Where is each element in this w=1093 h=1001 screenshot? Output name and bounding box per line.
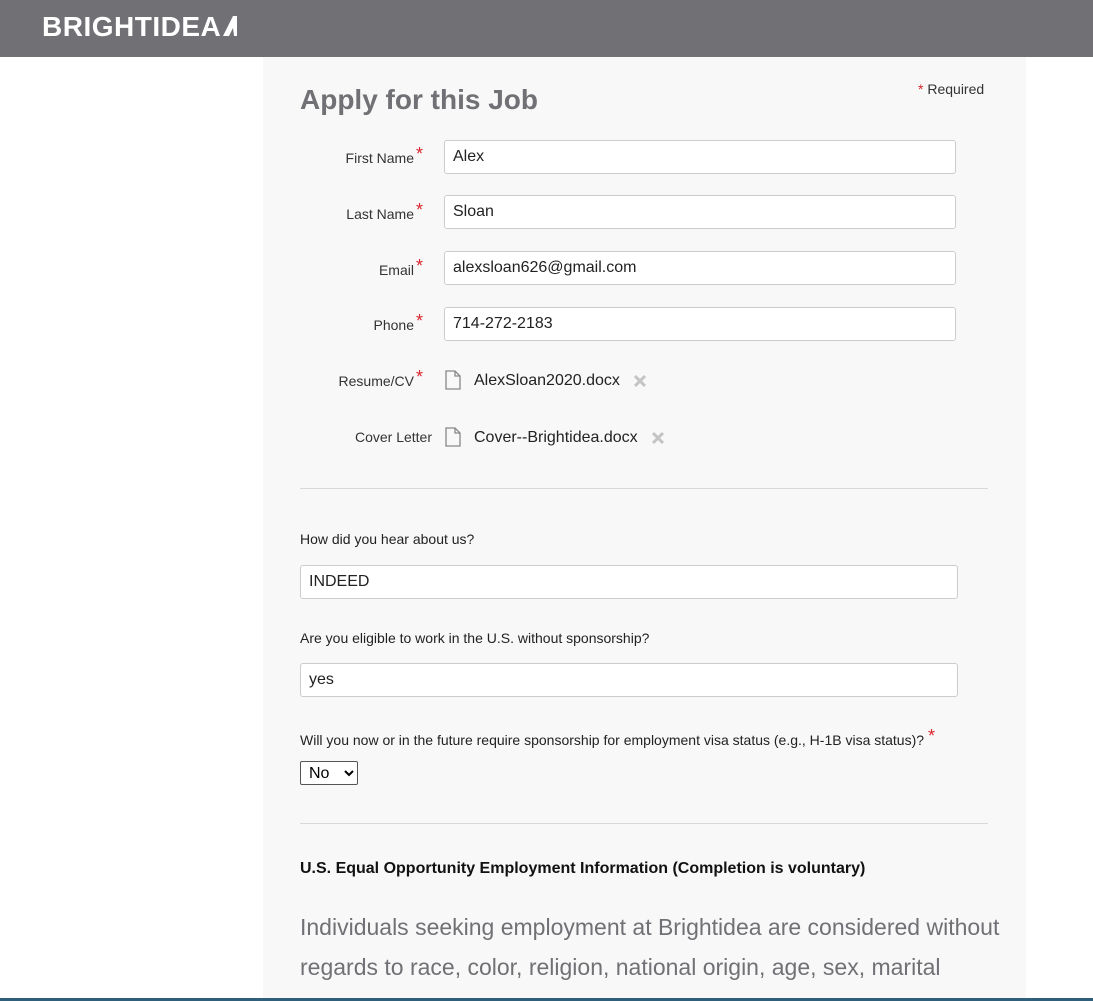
required-note-text: Required xyxy=(927,81,985,97)
cover-letter-label: Cover Letter xyxy=(272,429,432,445)
document-icon xyxy=(445,370,461,390)
cover-letter-label-text: Cover Letter xyxy=(354,429,432,445)
first-name-label: First Name * xyxy=(263,144,423,168)
required-star: * xyxy=(918,81,924,97)
eligible-input[interactable] xyxy=(300,663,958,697)
last-name-input[interactable] xyxy=(444,195,956,229)
remove-cover-letter-icon[interactable] xyxy=(651,431,665,445)
email-input[interactable] xyxy=(444,251,956,285)
remove-resume-icon[interactable] xyxy=(633,374,647,388)
section-divider xyxy=(300,823,988,824)
first-name-input[interactable] xyxy=(444,140,956,174)
logo-text: BRIGHTIDEA xyxy=(42,11,222,42)
sponsorship-select[interactable]: No xyxy=(300,761,358,785)
email-label: Email * xyxy=(263,256,423,280)
required-star: * xyxy=(415,311,423,331)
phone-label-text: Phone xyxy=(373,317,414,333)
resume-file-name[interactable]: AlexSloan2020.docx xyxy=(474,372,620,390)
page-title: Apply for this Job xyxy=(300,84,538,115)
cover-letter-file-name[interactable]: Cover--Brightidea.docx xyxy=(474,429,638,447)
last-name-label: Last Name * xyxy=(263,200,423,224)
first-name-label-text: First Name xyxy=(345,150,414,166)
eligible-label: Are you eligible to work in the U.S. wit… xyxy=(300,630,650,646)
email-label-text: Email xyxy=(378,262,414,278)
required-star: * xyxy=(415,144,423,164)
top-bar: BRIGHTIDEA xyxy=(0,0,1093,57)
eeo-body: Individuals seeking employment at Bright… xyxy=(300,914,1000,1001)
phone-input[interactable] xyxy=(444,307,956,341)
required-star: * xyxy=(415,200,423,220)
hear-about-input[interactable] xyxy=(300,565,958,599)
document-icon xyxy=(445,427,461,447)
required-star: * xyxy=(928,726,936,746)
required-star: * xyxy=(415,367,423,387)
brightidea-logo[interactable]: BRIGHTIDEA xyxy=(42,11,238,43)
section-divider xyxy=(300,488,988,489)
phone-label: Phone * xyxy=(263,311,424,335)
logo-mark-icon xyxy=(223,16,238,36)
application-panel: * Required Apply for this Job First Name… xyxy=(263,57,1026,1001)
required-note: * Required xyxy=(918,81,984,97)
resume-label: Resume/CV * xyxy=(263,367,423,391)
sponsorship-label: Will you now or in the future require sp… xyxy=(300,726,936,750)
eeo-title: U.S. Equal Opportunity Employment Inform… xyxy=(300,860,866,877)
hear-about-label: How did you hear about us? xyxy=(300,531,475,547)
resume-label-text: Resume/CV xyxy=(338,373,414,389)
required-star: * xyxy=(415,256,423,276)
sponsorship-label-text: Will you now or in the future require sp… xyxy=(300,732,925,748)
last-name-label-text: Last Name xyxy=(346,206,414,222)
